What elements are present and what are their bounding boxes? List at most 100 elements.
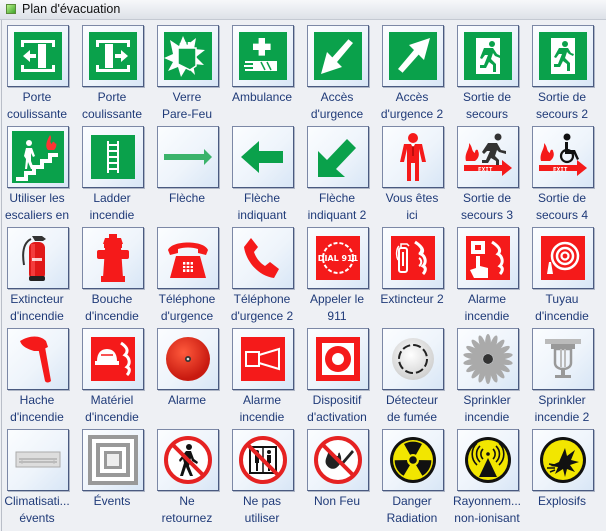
shape-item[interactable]: Explosifs [526, 429, 601, 530]
shape-item[interactable]: Danger Radiation [376, 429, 451, 530]
shape-tile[interactable] [157, 328, 219, 390]
shape-tile[interactable] [532, 25, 594, 87]
shape-item[interactable]: Ne pas utiliser [226, 429, 301, 530]
shape-tile[interactable] [532, 429, 594, 491]
shape-tile[interactable] [82, 126, 144, 188]
shape-item[interactable]: Utiliser les escaliers en [1, 126, 76, 227]
shape-tile[interactable] [307, 25, 369, 87]
shape-item[interactable]: Tuyau d'incendie [526, 227, 601, 328]
shape-tile[interactable] [232, 227, 294, 289]
shape-item[interactable]: Bouche d'incendie [76, 227, 151, 328]
shape-item[interactable]: Matériel d'incendie [76, 328, 151, 429]
shape-tile[interactable] [532, 227, 594, 289]
shape-tile[interactable] [457, 328, 519, 390]
shape-tile[interactable] [457, 25, 519, 87]
shape-tile[interactable] [382, 126, 444, 188]
shape-label: Non Feu [298, 493, 376, 510]
shape-item[interactable]: Ne retournez [151, 429, 226, 530]
telephone-icon [168, 242, 208, 278]
shape-item[interactable]: DIAL 911 Appeler le 911 [301, 227, 376, 328]
shape-item[interactable]: Téléphone d'urgence 2 [226, 227, 301, 328]
shape-tile[interactable] [382, 227, 444, 289]
shape-tile[interactable] [7, 328, 69, 390]
no-return-icon [164, 436, 212, 484]
shape-tile[interactable]: EXIT [532, 126, 594, 188]
shape-item[interactable]: Flèche [151, 126, 226, 227]
shape-tile[interactable] [157, 25, 219, 87]
shape-tile[interactable]: DIAL 911 [307, 227, 369, 289]
shape-label-line1: Ne pas [242, 494, 282, 508]
shape-tile[interactable] [307, 126, 369, 188]
shape-item[interactable]: Alarme incendie [451, 227, 526, 328]
shape-item[interactable]: Téléphone d'urgence [151, 227, 226, 328]
shape-item[interactable]: Détecteur de fumée [376, 328, 451, 429]
shape-tile[interactable]: EXIT [457, 126, 519, 188]
shape-item[interactable]: Extincteur 2 [376, 227, 451, 328]
shape-label-line1: Extincteur [10, 292, 64, 306]
shape-label-line2: incendie [239, 410, 285, 424]
shape-tile[interactable] [457, 227, 519, 289]
shape-tile[interactable] [382, 25, 444, 87]
shape-tile[interactable] [82, 227, 144, 289]
shape-tile[interactable] [7, 429, 69, 491]
arrow-down-left-icon [314, 32, 362, 80]
shape-item[interactable]: Sprinkler incendie [451, 328, 526, 429]
shape-tile[interactable] [232, 328, 294, 390]
shape-item[interactable]: Ladder incendie [76, 126, 151, 227]
shape-label-line2: d'incendie [10, 309, 64, 323]
shape-tile[interactable] [232, 429, 294, 491]
shape-tile[interactable] [82, 328, 144, 390]
shape-item[interactable]: EXIT Sortie de secours 4 [526, 126, 601, 227]
shape-item[interactable]: Hache d'incendie [1, 328, 76, 429]
shape-item[interactable]: Alarme [151, 328, 226, 429]
shape-label-line2: d'urgence [310, 107, 364, 121]
shape-label-line2: Pare-Feu [161, 107, 213, 121]
shape-tile[interactable] [82, 25, 144, 87]
shape-tile[interactable] [307, 328, 369, 390]
shape-tile[interactable] [7, 227, 69, 289]
shape-tile[interactable] [157, 429, 219, 491]
shape-item[interactable]: Dispositif d'activation [301, 328, 376, 429]
shape-tile[interactable] [7, 25, 69, 87]
shape-label-line1: Sortie de [462, 90, 512, 104]
shape-item[interactable]: Flèche indiquant [226, 126, 301, 227]
shape-tile[interactable] [232, 126, 294, 188]
shape-item[interactable]: EXIT Sortie de secours 3 [451, 126, 526, 227]
shape-tile[interactable] [382, 429, 444, 491]
shape-item[interactable]: Accès d'urgence [301, 25, 376, 126]
shape-label-line2: secours 3 [460, 208, 514, 222]
shape-tile[interactable] [157, 126, 219, 188]
shape-item[interactable]: Verre Pare-Feu [151, 25, 226, 126]
shape-label: Sortie de secours 4 [523, 190, 601, 224]
shape-item[interactable]: Ambulance [226, 25, 301, 126]
shape-item[interactable]: Non Feu [301, 429, 376, 530]
shape-item[interactable]: Porte coulissante [76, 25, 151, 126]
shape-tile[interactable] [232, 25, 294, 87]
shape-tile[interactable] [307, 429, 369, 491]
shape-item[interactable]: Accès d'urgence 2 [376, 25, 451, 126]
shape-tile[interactable] [382, 328, 444, 390]
shape-item[interactable]: Sortie de secours [451, 25, 526, 126]
shape-label-line1: Ambulance [231, 90, 293, 104]
shape-item[interactable]: Sprinkler incendie 2 [526, 328, 601, 429]
shape-item[interactable]: Alarme incendie [226, 328, 301, 429]
panel-header[interactable]: Plan d'évacuation [0, 0, 606, 20]
alarm-bell-icon [166, 337, 210, 381]
sliding-door-right-icon [89, 32, 137, 80]
arrow-right-icon [164, 149, 212, 165]
shape-item[interactable]: Sortie de secours 2 [526, 25, 601, 126]
shape-item[interactable]: Vous êtes ici [376, 126, 451, 227]
shape-tile[interactable] [457, 429, 519, 491]
shape-item[interactable]: Extincteur d'incendie [1, 227, 76, 328]
shape-item[interactable]: Évents [76, 429, 151, 530]
shape-label-line1: Téléphone [158, 292, 216, 306]
shape-tile[interactable] [82, 429, 144, 491]
shape-tile[interactable] [157, 227, 219, 289]
shape-item[interactable]: Climatisati... évents [1, 429, 76, 530]
shape-item[interactable]: Rayonnem... non-ionisant [451, 429, 526, 530]
shape-tile[interactable] [7, 126, 69, 188]
shape-item[interactable]: Flèche indiquant 2 [301, 126, 376, 227]
shape-item[interactable]: Porte coulissante [1, 25, 76, 126]
shape-label: Évents [73, 493, 151, 510]
shape-tile[interactable] [532, 328, 594, 390]
